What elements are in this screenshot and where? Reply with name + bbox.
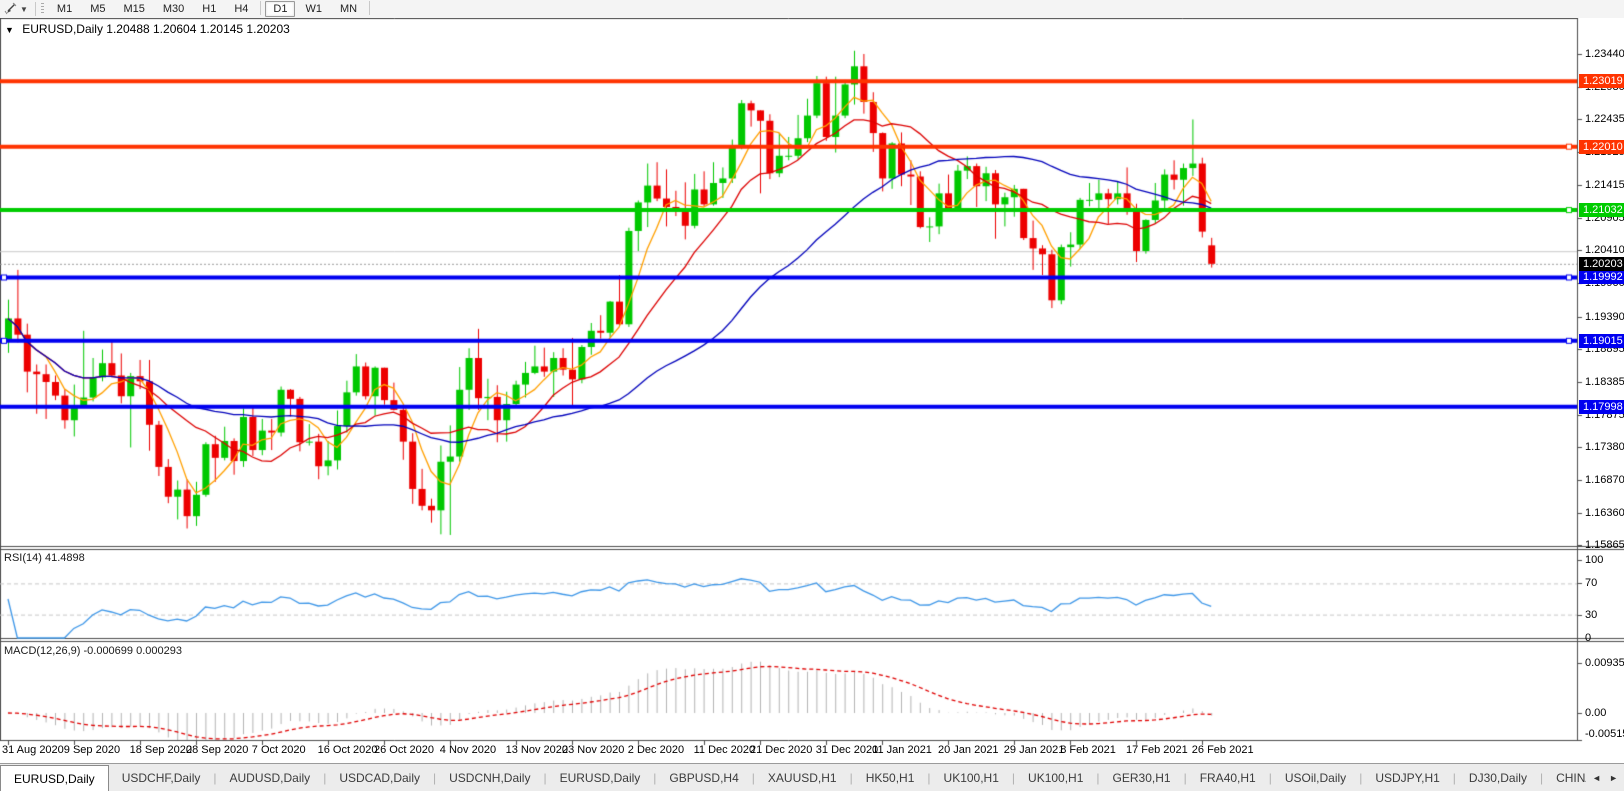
timeframe-button-mn[interactable]: MN [332,1,365,17]
macd-indicator-label: MACD(12,26,9) -0.000699 0.000293 [4,645,182,657]
symbol-tab-uk100-h1[interactable]: UK100,H1 [931,764,1012,791]
symbol-tab-hk50-h1[interactable]: HK50,H1 [853,764,928,791]
mt4-terminal: ▼ M1M5M15M30H1H4 D1W1MN 1.234401.229301.2… [0,0,1624,791]
symbol-tab-usoil-daily[interactable]: USOil,Daily [1272,764,1359,791]
macd-signal-value: 0.000293 [136,645,182,657]
chart-window: 1.234401.229301.224351.219251.214151.209… [0,18,1624,763]
chart-ohlc-values: 1.20488 1.20604 1.20145 1.20203 [106,22,290,36]
chart-canvas[interactable] [0,18,1624,763]
crosshair-tool-button[interactable]: ▼ [0,1,32,17]
tab-scroll-left-arrow[interactable]: ◄ [1592,773,1601,783]
symbol-tab-usdcad-daily[interactable]: USDCAD,Daily [326,764,433,791]
toolbar-separator [35,2,36,16]
toolbar-separator [369,1,370,15]
symbol-tab-audusd-daily[interactable]: AUDUSD,Daily [217,764,324,791]
rsi-name: RSI(14) [4,552,42,564]
timeframe-button-h1[interactable]: H1 [194,1,224,17]
timeframe-buttons: M1M5M15M30H1H4 D1W1MN [48,1,373,17]
symbol-tab-eurusd-daily[interactable]: EURUSD,Daily [0,765,109,791]
chart-tab-bar: EURUSD,DailyUSDCHF,Daily|AUDUSD,Daily|US… [0,763,1624,791]
timeframe-button-h4[interactable]: H4 [226,1,256,17]
macd-name: MACD(12,26,9) [4,645,80,657]
rsi-indicator-label: RSI(14) 41.4898 [4,552,85,564]
toolbar-separator [260,1,261,15]
timeframe-button-m5[interactable]: M5 [82,1,113,17]
chart-collapse-triangle[interactable]: ▼ [5,25,14,35]
macd-main-value: -0.000699 [83,645,133,657]
timeframe-button-m30[interactable]: M30 [155,1,192,17]
tool-dropdown-caret[interactable]: ▼ [20,5,28,14]
symbol-tab-ger30-h1[interactable]: GER30,H1 [1100,764,1184,791]
toolbar-grip-handle[interactable] [41,3,44,15]
timeframe-button-m15[interactable]: M15 [115,1,152,17]
symbol-tab-uk100-h1[interactable]: UK100,H1 [1015,764,1096,791]
symbol-tab-dj30-daily[interactable]: DJ30,Daily [1456,764,1540,791]
symbol-tab-usdchf-daily[interactable]: USDCHF,Daily [109,764,214,791]
tab-scroll-buttons: ◄ ► [1586,763,1624,791]
crosshair-cursor-icon [4,2,18,16]
symbol-tab-fra40-h1[interactable]: FRA40,H1 [1187,764,1269,791]
timeframe-button-w1[interactable]: W1 [297,1,330,17]
rsi-value: 41.4898 [45,552,85,564]
symbol-tab-gbpusd-h4[interactable]: GBPUSD,H4 [656,764,751,791]
timeframe-toolbar: ▼ M1M5M15M30H1H4 D1W1MN [0,0,1624,19]
timeframe-button-m1[interactable]: M1 [49,1,80,17]
symbol-tab-usdcnh-daily[interactable]: USDCNH,Daily [436,764,543,791]
chart-title: ▼ EURUSD,Daily 1.20488 1.20604 1.20145 1… [5,22,290,36]
symbol-tab-eurusd-daily[interactable]: EURUSD,Daily [547,764,654,791]
tab-scroll-right-arrow[interactable]: ► [1609,773,1618,783]
symbol-tab-xauusd-h1[interactable]: XAUUSD,H1 [755,764,850,791]
symbol-tab-usdjpy-h1[interactable]: USDJPY,H1 [1362,764,1452,791]
chart-symbol-period: EURUSD,Daily [22,22,103,36]
timeframe-button-d1[interactable]: D1 [265,1,295,17]
